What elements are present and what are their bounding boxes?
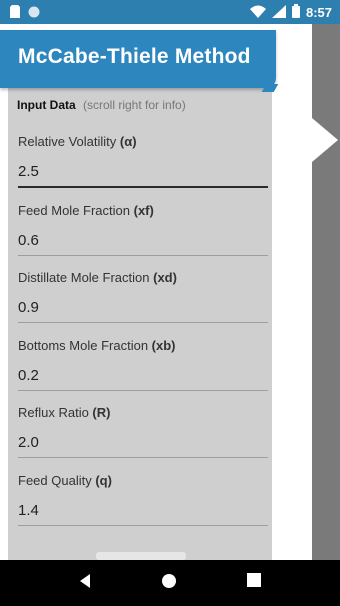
section-title: Input Data (scroll right for info) bbox=[17, 98, 186, 112]
distillate-mole-fraction-input[interactable]: 0.9 bbox=[18, 299, 268, 316]
bottoms-mole-fraction-input[interactable]: 0.2 bbox=[18, 367, 268, 384]
relative-volatility-input[interactable]: 2.5 bbox=[18, 163, 268, 180]
battery-icon bbox=[291, 4, 300, 21]
header-tab: McCabe-Thiele Method bbox=[0, 30, 276, 88]
section-title-label: Input Data bbox=[17, 98, 76, 112]
relative-volatility-field[interactable]: Relative Volatility (α) 2.5 bbox=[18, 134, 268, 188]
field-label: Feed Mole Fraction (xf) bbox=[18, 203, 268, 218]
scroll-right-arrow-icon[interactable] bbox=[312, 118, 338, 162]
feed-mole-fraction-input[interactable]: 0.6 bbox=[18, 232, 268, 249]
status-bar: 8:57 bbox=[0, 0, 340, 24]
field-label: Bottoms Mole Fraction (xb) bbox=[18, 338, 268, 353]
circle-icon bbox=[28, 5, 40, 23]
navigation-bar bbox=[0, 560, 340, 606]
reflux-ratio-field[interactable]: Reflux Ratio (R) 2.0 bbox=[18, 405, 268, 458]
field-underline bbox=[18, 390, 268, 391]
field-label-text: Bottoms Mole Fraction bbox=[18, 338, 152, 353]
field-underline bbox=[18, 457, 268, 458]
page-title: McCabe-Thiele Method bbox=[18, 45, 251, 68]
signal-icon bbox=[271, 4, 286, 21]
field-symbol: (xd) bbox=[153, 270, 177, 285]
field-label-text: Reflux Ratio bbox=[18, 405, 93, 420]
field-symbol: (q) bbox=[95, 473, 112, 488]
field-underline bbox=[18, 525, 268, 526]
feed-quality-field[interactable]: Feed Quality (q) 1.4 bbox=[18, 473, 268, 526]
bottoms-mole-fraction-field[interactable]: Bottoms Mole Fraction (xb) 0.2 bbox=[18, 338, 268, 391]
field-label: Distillate Mole Fraction (xd) bbox=[18, 270, 268, 285]
sim-card-icon bbox=[10, 5, 20, 23]
distillate-mole-fraction-field[interactable]: Distillate Mole Fraction (xd) 0.9 bbox=[18, 270, 268, 323]
info-panel-edge[interactable] bbox=[312, 24, 340, 560]
field-symbol: (R) bbox=[92, 405, 111, 420]
scroll-indicator[interactable] bbox=[96, 552, 186, 560]
feed-quality-input[interactable]: 1.4 bbox=[18, 502, 268, 519]
field-label-text: Distillate Mole Fraction bbox=[18, 270, 154, 285]
field-symbol: (xf) bbox=[133, 203, 154, 218]
field-label-text: Feed Mole Fraction bbox=[18, 203, 134, 218]
field-symbol: (α) bbox=[119, 134, 137, 149]
section-hint: (scroll right for info) bbox=[83, 98, 186, 112]
wifi-icon bbox=[249, 5, 266, 21]
field-label: Relative Volatility (α) bbox=[18, 134, 268, 149]
recents-icon[interactable] bbox=[247, 573, 261, 592]
field-symbol: (xb) bbox=[151, 338, 176, 353]
field-label-text: Feed Quality bbox=[18, 473, 96, 488]
input-sheet[interactable]: Input Data (scroll right for info) Relat… bbox=[8, 86, 272, 560]
field-underline bbox=[18, 322, 268, 323]
feed-mole-fraction-field[interactable]: Feed Mole Fraction (xf) 0.6 bbox=[18, 203, 268, 256]
reflux-ratio-input[interactable]: 2.0 bbox=[18, 434, 268, 451]
field-label-text: Relative Volatility bbox=[18, 134, 120, 149]
field-label: Reflux Ratio (R) bbox=[18, 405, 268, 420]
status-time: 8:57 bbox=[305, 5, 332, 20]
field-label: Feed Quality (q) bbox=[18, 473, 268, 488]
field-underline bbox=[18, 186, 268, 188]
field-underline bbox=[18, 255, 268, 256]
side-panel-gap bbox=[270, 24, 312, 560]
home-icon[interactable] bbox=[161, 573, 177, 594]
back-icon[interactable] bbox=[78, 573, 92, 594]
